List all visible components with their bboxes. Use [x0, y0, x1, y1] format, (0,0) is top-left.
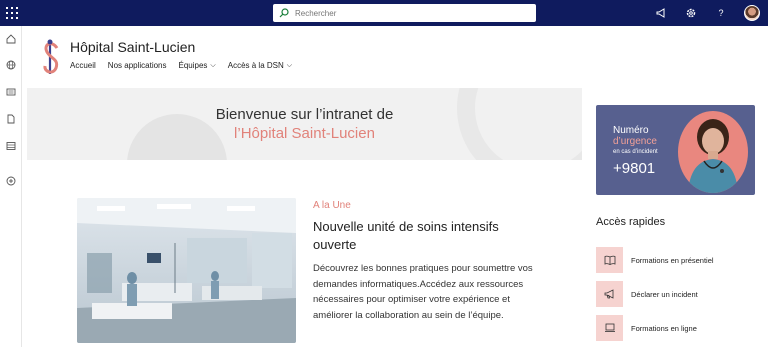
- nav-label: Accueil: [70, 61, 96, 70]
- nav-acces-dsn[interactable]: Accès à la DSN ⌵: [228, 61, 292, 70]
- globe-icon[interactable]: [5, 59, 17, 71]
- hero-title: Bienvenue sur l’intranet de: [215, 106, 394, 123]
- news-body: Découvrez les bonnes pratiques pour soum…: [313, 263, 533, 321]
- search-icon: [279, 8, 289, 18]
- quick-access-label: Formations en ligne: [631, 323, 697, 333]
- nav-accueil[interactable]: Accueil: [70, 61, 96, 70]
- laptop-icon: [596, 315, 623, 341]
- help-icon[interactable]: ?: [714, 6, 728, 20]
- megaphone-icon[interactable]: [654, 6, 668, 20]
- chevron-down-icon: ⌵: [286, 61, 293, 69]
- hero-subtitle: l’Hôpital Saint-Lucien: [234, 125, 375, 142]
- quick-access-label: Déclarer un incident: [631, 289, 698, 299]
- nav-label: Accès à la DSN: [227, 61, 284, 70]
- news-image[interactable]: [77, 198, 296, 343]
- nav-equipes[interactable]: Équipes ⌵: [179, 61, 216, 70]
- nav-label: Équipes: [178, 61, 208, 70]
- add-icon[interactable]: [5, 175, 17, 187]
- news-kicker: A la Une: [313, 200, 351, 211]
- news-icon[interactable]: [5, 86, 17, 98]
- quick-access-item[interactable]: Formations en présentiel: [596, 247, 756, 273]
- emergency-line2: d’urgence: [613, 136, 657, 147]
- suite-bar: ?: [0, 0, 768, 26]
- book-icon: [596, 247, 623, 273]
- nav-nos-applications[interactable]: Nos applications: [108, 61, 167, 70]
- home-icon[interactable]: [5, 33, 17, 45]
- nurse-photo: [678, 111, 748, 193]
- search-box[interactable]: [273, 4, 536, 22]
- emergency-line1: Numéro: [613, 125, 649, 136]
- hospital-logo[interactable]: [40, 38, 62, 76]
- library-icon[interactable]: [5, 140, 17, 152]
- megaphone-icon: [596, 281, 623, 307]
- user-avatar[interactable]: [744, 5, 760, 21]
- quick-access-title: Accès rapides: [596, 216, 666, 228]
- emergency-card[interactable]: Numéro d’urgence en cas d’incident +9801: [596, 105, 755, 195]
- site-title[interactable]: Hôpital Saint-Lucien: [70, 39, 195, 55]
- hero-banner: Bienvenue sur l’intranet de l’Hôpital Sa…: [27, 88, 582, 160]
- document-icon[interactable]: [5, 113, 17, 125]
- chevron-down-icon: ⌵: [210, 61, 216, 69]
- app-launcher-icon[interactable]: [6, 7, 18, 19]
- nav-label: Nos applications: [107, 61, 167, 70]
- site-header: Hôpital Saint-Lucien Accueil Nos applica…: [22, 26, 768, 88]
- hero-decoration: [457, 88, 582, 160]
- quick-access-item[interactable]: Déclarer un incident: [596, 281, 756, 307]
- emergency-number: +9801: [613, 160, 656, 177]
- quick-access-label: Formations en présentiel: [631, 255, 714, 265]
- left-rail: [0, 26, 22, 347]
- news-title[interactable]: Nouvelle unité de soins intensifs ouvert…: [313, 218, 533, 254]
- site-navigation: Accueil Nos applications Équipes ⌵ Accès…: [70, 61, 304, 70]
- gear-icon[interactable]: [684, 6, 698, 20]
- quick-access-item[interactable]: Formations en ligne: [596, 315, 756, 341]
- search-input[interactable]: [295, 8, 515, 18]
- emergency-line3: en cas d’incident: [613, 149, 658, 155]
